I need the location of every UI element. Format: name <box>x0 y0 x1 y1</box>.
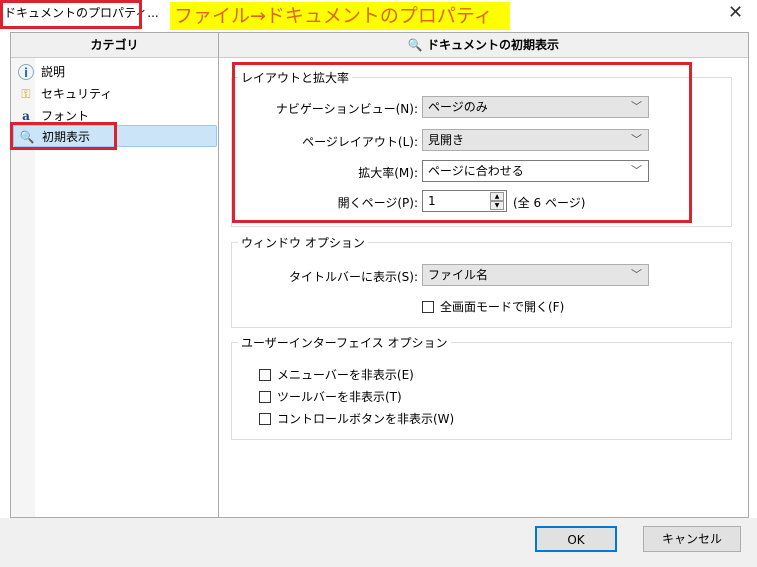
chevron-down-icon: ﹀ <box>631 268 642 281</box>
annotation-banner: ファイル→ドキュメントのプロパティ <box>170 2 510 30</box>
info-icon: i <box>18 64 34 80</box>
sidebar-item-label: フォント <box>41 109 90 123</box>
group-title: ユーザーインターフェイス オプション <box>238 334 451 351</box>
titlebar-label: タイトルバーに表示(S): <box>288 270 418 284</box>
fullscreen-checkbox[interactable]: 全画面モードで開く(F) <box>422 299 564 315</box>
group-title: ウィンドウ オプション <box>238 234 368 251</box>
cancel-button[interactable]: キャンセル <box>643 526 741 552</box>
hide-menubar-checkbox[interactable]: メニューバーを非表示(E) <box>259 367 414 383</box>
window-options-group: ウィンドウ オプション タイトルバーに表示(S): ファイル名 ﹀ 全画面モードで… <box>231 234 732 328</box>
hide-toolbar-checkbox[interactable]: ツールバーを非表示(T) <box>259 389 402 405</box>
panel-title: ドキュメントの初期表示 <box>427 38 560 52</box>
highlight-layout <box>232 62 692 223</box>
sidebar-item-label: 説明 <box>41 65 66 79</box>
category-panel: カテゴリ i 説明 ⚿ セキュリティ a フォント 🔍 初期表示 <box>10 32 219 518</box>
highlight-title <box>0 0 142 29</box>
highlight-category <box>10 122 117 150</box>
sidebar-item-security[interactable]: ⚿ セキュリティ <box>13 83 217 105</box>
sidebar-item-description[interactable]: i 説明 <box>13 61 217 83</box>
ok-button[interactable]: OK <box>535 526 617 552</box>
category-header: カテゴリ <box>11 33 218 58</box>
hide-controls-checkbox[interactable]: コントロールボタンを非表示(W) <box>259 411 454 427</box>
close-button[interactable]: ✕ <box>728 2 743 23</box>
keys-icon: ⚿ <box>21 87 31 101</box>
magnifier-icon: 🔍 <box>407 38 428 52</box>
ui-options-group: ユーザーインターフェイス オプション メニューバーを非表示(E) ツールバーを非… <box>231 334 732 440</box>
sidebar-item-label: セキュリティ <box>41 87 113 101</box>
panel-header: 🔍 ドキュメントの初期表示 <box>219 33 748 58</box>
titlebar-select[interactable]: ファイル名 ﹀ <box>422 264 649 286</box>
